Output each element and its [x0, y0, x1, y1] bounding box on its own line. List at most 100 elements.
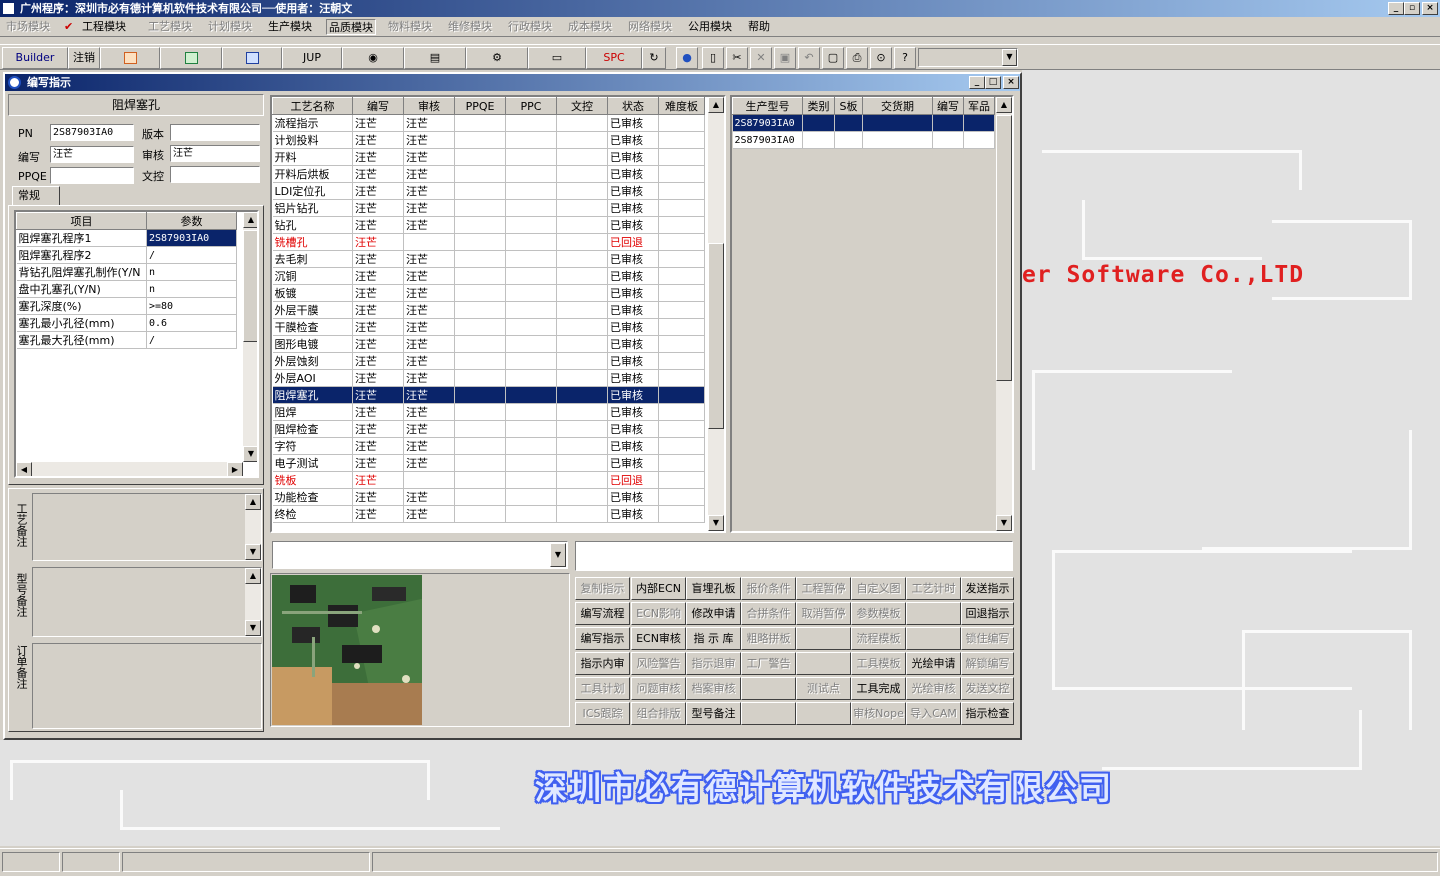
action-button[interactable]: 档案审核 [686, 677, 741, 700]
action-button[interactable]: 回退指示 [961, 602, 1014, 625]
refresh-button[interactable]: ↻ [642, 47, 666, 69]
param-row[interactable]: 塞孔深度(%) >=80 [16, 297, 237, 315]
process-vscroll[interactable]: ▲ ▼ [708, 97, 724, 531]
model-row[interactable]: 2S87903IA0 [732, 131, 995, 149]
action-button[interactable] [741, 702, 796, 725]
action-button[interactable] [796, 627, 851, 650]
param-value[interactable]: 2S87903IA0 [146, 229, 237, 247]
process-row[interactable]: 计划投料 汪芒 汪芒 已审核 [272, 131, 705, 149]
scroll-thumb[interactable] [708, 243, 724, 429]
param-hscroll[interactable]: ◀ ▶ [16, 462, 243, 476]
version-field[interactable] [170, 124, 260, 141]
process-row[interactable]: 干膜检查 汪芒 汪芒 已审核 [272, 318, 705, 336]
excel-button[interactable] [160, 47, 222, 69]
model-note-scroll[interactable]: ▲ ▼ [245, 568, 261, 636]
action-button[interactable]: 合拼条件 [741, 602, 796, 625]
toolbar-combo[interactable]: ▼ [918, 48, 1018, 67]
model-vscroll[interactable]: ▲ ▼ [996, 97, 1012, 531]
param-row[interactable]: 塞孔最小孔径(mm) 0.6 [16, 314, 237, 332]
scroll-thumb[interactable] [996, 115, 1012, 381]
action-button[interactable]: 指示退审 [686, 652, 741, 675]
action-button[interactable]: 报价条件 [741, 577, 796, 600]
action-button[interactable] [796, 652, 851, 675]
process-row[interactable]: 板镀 汪芒 汪芒 已审核 [272, 284, 705, 302]
process-row[interactable]: 开料后烘板 汪芒 汪芒 已审核 [272, 165, 705, 183]
process-header[interactable]: 编写 [352, 97, 404, 115]
menu-admin[interactable]: 行政模块 [506, 19, 554, 35]
process-row[interactable]: 终检 汪芒 汪芒 已审核 [272, 505, 705, 523]
action-button[interactable]: 盲埋孔板 [686, 577, 741, 600]
param-value[interactable]: / [146, 331, 237, 349]
scroll-down-icon[interactable]: ▼ [245, 544, 261, 560]
undo-button[interactable]: ↶ [798, 47, 820, 69]
param-header-item[interactable]: 项目 [16, 212, 147, 230]
action-button[interactable] [906, 602, 961, 625]
param-vscroll[interactable]: ▲ ▼ [243, 212, 257, 462]
action-button[interactable]: 工艺计时 [906, 577, 961, 600]
process-row[interactable]: LDI定位孔 汪芒 汪芒 已审核 [272, 182, 705, 200]
process-header[interactable]: 工艺名称 [272, 97, 353, 115]
process-header[interactable]: 文控 [556, 97, 608, 115]
scroll-down-icon[interactable]: ▼ [243, 446, 257, 462]
action-button[interactable]: 流程模板 [851, 627, 906, 650]
find-button[interactable]: ⊙ [870, 47, 892, 69]
process-row[interactable]: 外层干膜 汪芒 汪芒 已审核 [272, 301, 705, 319]
delete-button[interactable]: ✕ [750, 47, 772, 69]
menu-plan[interactable]: 计划模块 [206, 19, 254, 35]
action-button[interactable]: 导入CAM [906, 702, 961, 725]
process-row[interactable]: 铝片钻孔 汪芒 汪芒 已审核 [272, 199, 705, 217]
param-header-value[interactable]: 参数 [146, 212, 237, 230]
word-button[interactable] [222, 47, 282, 69]
jup-button[interactable]: JUP [282, 47, 342, 69]
model-row[interactable]: 2S87903IA0 [732, 114, 995, 132]
action-button[interactable]: 工具完成 [851, 677, 906, 700]
param-row[interactable]: 盘中孔塞孔(Y/N) n [16, 280, 237, 298]
action-button[interactable] [741, 677, 796, 700]
close-button[interactable]: × [1422, 2, 1438, 15]
restore-button[interactable]: ▫ [1404, 2, 1420, 15]
process-header[interactable]: 状态 [607, 97, 659, 115]
dialog-maximize-button[interactable]: □ [985, 76, 1001, 89]
action-button[interactable]: 复制指示 [575, 577, 630, 600]
chevron-down-icon[interactable]: ▼ [1002, 49, 1017, 66]
action-button[interactable]: 测试点 [796, 677, 851, 700]
model-header[interactable]: 军品 [963, 97, 995, 115]
menu-cost[interactable]: 成本模块 [566, 19, 614, 35]
model-header[interactable]: S板 [834, 97, 863, 115]
powerpoint-button[interactable] [100, 47, 160, 69]
action-button[interactable]: 指示检查 [961, 702, 1014, 725]
param-value[interactable]: >=80 [146, 297, 237, 315]
tools-button[interactable]: ⚙ [466, 47, 528, 69]
scroll-down-icon[interactable]: ▼ [708, 515, 724, 531]
process-row[interactable]: 功能检查 汪芒 汪芒 已审核 [272, 488, 705, 506]
doc-control-field[interactable] [170, 166, 260, 183]
scroll-up-icon[interactable]: ▲ [245, 494, 261, 510]
scroll-right-icon[interactable]: ▶ [227, 462, 243, 476]
builder-button[interactable]: Builder [2, 47, 68, 69]
reviewer-field[interactable]: 汪芒 [170, 145, 260, 162]
process-row[interactable]: 字符 汪芒 汪芒 已审核 [272, 437, 705, 455]
preview-button[interactable]: ▢ [822, 47, 844, 69]
param-row[interactable]: 塞孔最大孔径(mm) / [16, 331, 237, 349]
action-button[interactable]: 内部ECN [631, 577, 686, 600]
action-button[interactable]: 修改申请 [686, 602, 741, 625]
param-value[interactable]: 0.6 [146, 314, 237, 332]
process-row[interactable]: 铣板 汪芒 已回退 [272, 471, 705, 489]
scroll-down-icon[interactable]: ▼ [245, 620, 261, 636]
action-button[interactable]: 粗略拼板 [741, 627, 796, 650]
database-button[interactable]: ▤ [404, 47, 466, 69]
action-button[interactable]: 解锁编写 [961, 652, 1014, 675]
model-header[interactable]: 生产型号 [732, 97, 803, 115]
action-button[interactable]: 型号备注 [686, 702, 741, 725]
process-row[interactable]: 阻焊检查 汪芒 汪芒 已审核 [272, 420, 705, 438]
save-button[interactable]: ▣ [774, 47, 796, 69]
action-button[interactable]: ECN影响 [631, 602, 686, 625]
model-header[interactable]: 交货期 [862, 97, 933, 115]
scroll-up-icon[interactable]: ▲ [996, 97, 1012, 113]
param-value[interactable]: n [146, 263, 237, 281]
new-doc-button[interactable]: ▯ [702, 47, 724, 69]
param-row[interactable]: 阻焊塞孔程序1 2S87903IA0 [16, 229, 237, 247]
scroll-left-icon[interactable]: ◀ [16, 462, 32, 476]
menu-network[interactable]: 网络模块 [626, 19, 674, 35]
action-button[interactable] [906, 627, 961, 650]
